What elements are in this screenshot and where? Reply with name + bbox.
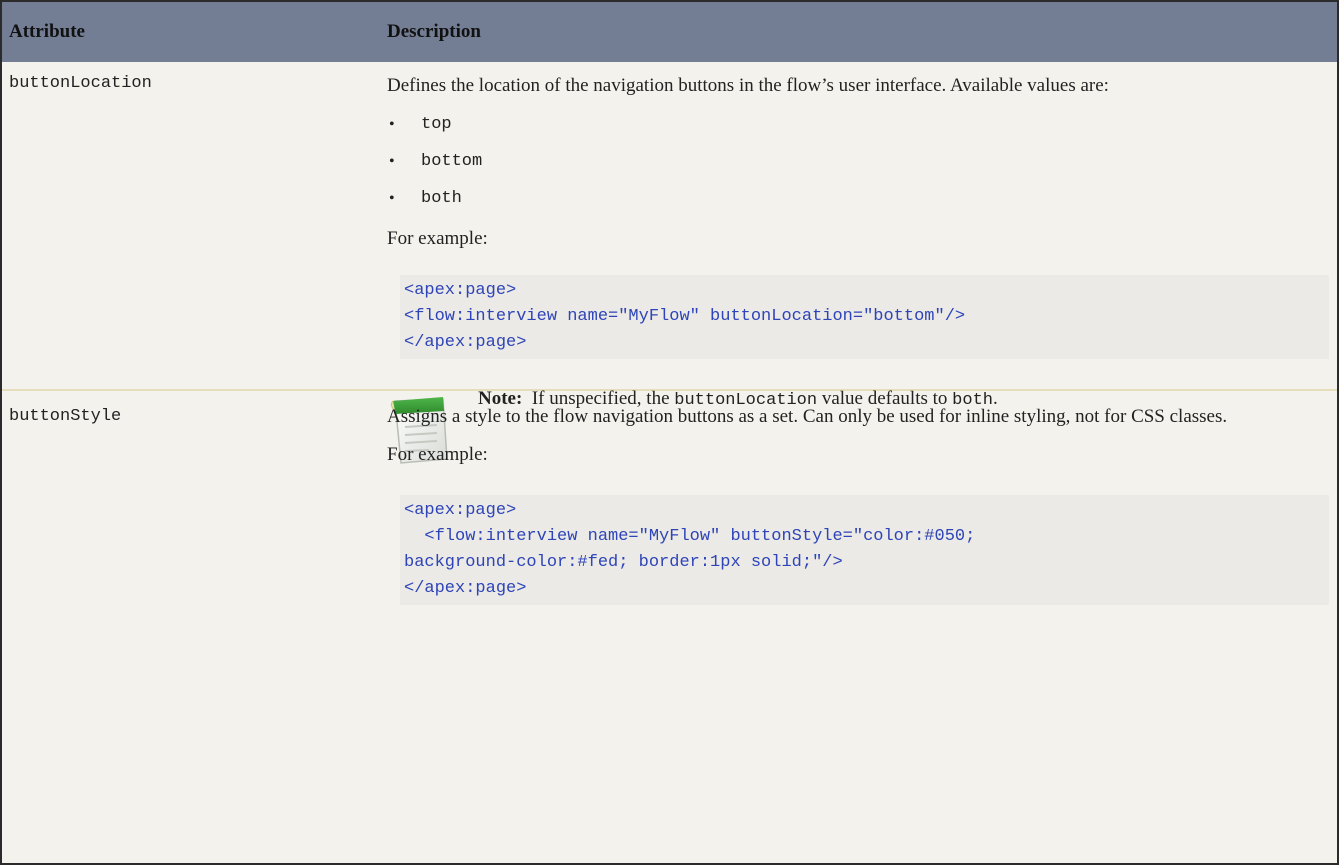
code-line: <flow:interview name="MyFlow" buttonLoca… bbox=[404, 307, 966, 326]
value-code: both bbox=[421, 188, 462, 208]
code-line: background-color:#fed; border:1px solid;… bbox=[404, 553, 843, 572]
attribute-description-cell: Assigns a style to the flow navigation b… bbox=[378, 391, 1337, 861]
description-text: Defines the location of the navigation b… bbox=[387, 75, 1109, 96]
code-example: <apex:page> <flow:interview name="MyFlow"… bbox=[400, 275, 1329, 359]
code-line: </apex:page> bbox=[404, 333, 527, 352]
code-line: </apex:page> bbox=[404, 579, 527, 598]
value-code: bottom bbox=[421, 151, 483, 171]
example-label: For example: bbox=[387, 444, 488, 465]
bullet-icon: • bbox=[389, 189, 395, 207]
code-line: <flow:interview name="MyFlow" buttonStyl… bbox=[404, 527, 976, 546]
bullet-icon: • bbox=[389, 152, 395, 170]
list-item: • bottom bbox=[387, 143, 1329, 180]
value-code: top bbox=[421, 114, 452, 134]
code-line: <apex:page> bbox=[404, 501, 517, 520]
attribute-name: buttonStyle bbox=[9, 407, 122, 426]
header-attribute: Attribute bbox=[9, 21, 85, 42]
attribute-table: Attribute Description buttonLocation Def… bbox=[0, 0, 1339, 865]
code-line: <apex:page> bbox=[404, 281, 517, 300]
value-list: • top • bottom • both bbox=[387, 106, 1329, 217]
table-row: buttonLocation Defines the location of t… bbox=[2, 62, 1337, 464]
attribute-name: buttonLocation bbox=[9, 74, 152, 93]
header-description: Description bbox=[387, 21, 481, 42]
list-item: • top bbox=[387, 106, 1329, 143]
table-header: Attribute Description bbox=[2, 2, 1337, 62]
code-example: <apex:page> <flow:interview name="MyFlow… bbox=[400, 495, 1329, 605]
table-row: buttonStyle Assigns a style to the flow … bbox=[2, 391, 1337, 861]
attribute-description-cell: Defines the location of the navigation b… bbox=[378, 62, 1337, 464]
example-label: For example: bbox=[387, 228, 488, 249]
bullet-icon: • bbox=[389, 115, 395, 133]
description-text: Assigns a style to the flow navigation b… bbox=[387, 406, 1228, 427]
list-item: • both bbox=[387, 180, 1329, 217]
